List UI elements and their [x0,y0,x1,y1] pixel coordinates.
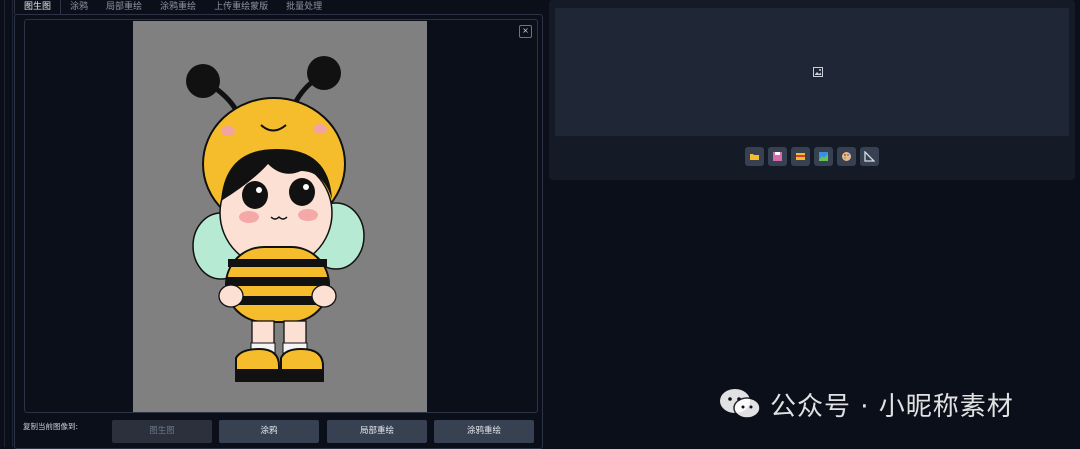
output-panel [549,0,1075,180]
palette-icon [842,152,851,161]
zip-button[interactable] [791,147,810,166]
tab-batch[interactable]: 批量处理 [277,0,331,14]
send-to-img2img-icon [819,152,828,161]
rail-divider [4,0,5,447]
send-to-inpaint-sketch-button[interactable]: 涂鸦重绘 [434,420,534,443]
send-to-sketch-tool-button[interactable] [837,147,856,166]
watermark-text: 公众号 · 小昵称素材 [770,391,1014,422]
mode-tabs: 图生图 涂鸦 局部重绘 涂鸦重绘 上传重绘蒙版 批量处理 [14,0,331,14]
send-to-extras-button[interactable] [860,147,879,166]
send-to-sketch-button[interactable]: 涂鸦 [219,420,319,443]
zip-icon [796,153,805,160]
ruler-icon [864,151,875,162]
tab-img2img[interactable]: 图生图 [14,0,62,14]
tab-inpaint[interactable]: 局部重绘 [97,0,151,14]
save-icon [773,152,782,161]
tab-sketch[interactable]: 涂鸦 [61,0,97,14]
output-gallery[interactable] [555,8,1069,136]
tab-inpaint-sketch[interactable]: 涂鸦重绘 [151,0,205,14]
folder-icon [750,154,759,160]
image-canvas[interactable] [133,21,427,412]
tab-inpaint-upload[interactable]: 上传重绘蒙版 [205,0,277,14]
wechat-icon [720,389,761,419]
send-to-img2img-button[interactable]: 图生图 [112,420,212,443]
bee-character-illustration [186,56,365,382]
copy-image-label: 复制当前图像到: [23,422,79,431]
wechat-watermark: 公众号 · 小昵称素材 [718,383,1014,425]
save-button[interactable] [768,147,787,166]
clear-image-button[interactable]: × [519,25,532,38]
send-to-inpaint-button[interactable]: 局部重绘 [327,420,427,443]
img2img-panel: × 复制当前图像到: [14,14,543,449]
open-folder-button[interactable] [745,147,764,166]
send-image-button[interactable] [814,147,833,166]
output-toolbar [745,147,879,166]
left-rail [0,0,13,447]
image-icon [813,67,823,77]
image-editor[interactable]: × [24,19,538,413]
